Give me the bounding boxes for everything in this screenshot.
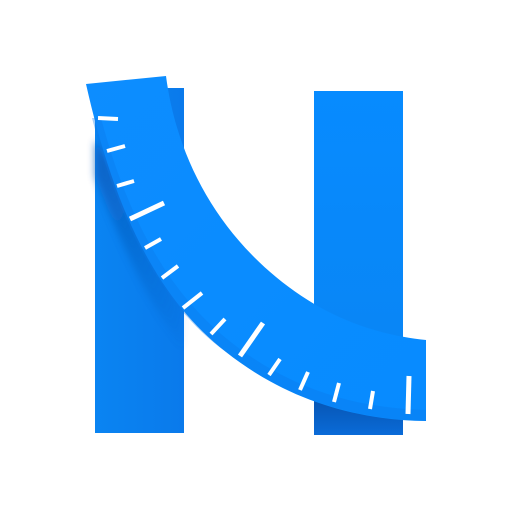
- tape-tick: [405, 375, 412, 415]
- tape-tick: [97, 116, 119, 121]
- app-icon-canvas: [0, 0, 512, 512]
- measuring-tape-n-logo-icon: [86, 76, 426, 435]
